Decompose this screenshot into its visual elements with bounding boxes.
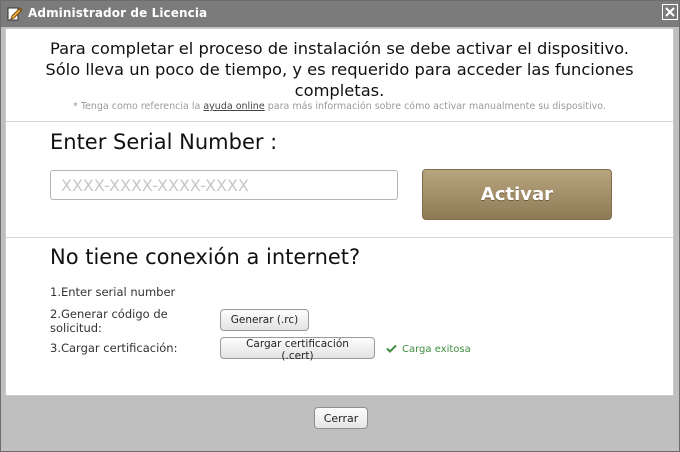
- intro-line-2: Sólo lleva un poco de tiempo, y es reque…: [45, 60, 634, 79]
- help-note: * Tenga como referencia la ayuda online …: [6, 101, 673, 112]
- edit-icon: [7, 5, 23, 21]
- help-note-prefix: * Tenga como referencia la: [73, 101, 201, 112]
- step-generate-request: 2.Generar código de solicitud:: [50, 307, 168, 335]
- title-bar: Administrador de Licencia: [1, 1, 679, 27]
- intro-line-3: completas.: [294, 81, 385, 100]
- activate-button[interactable]: Activar: [422, 169, 612, 220]
- load-certificate-button[interactable]: Cargar certificación (.cert): [220, 337, 375, 362]
- dialog-content: Para completar el proceso de instalación…: [5, 28, 674, 396]
- close-icon: [665, 7, 675, 17]
- step-enter-serial: 1.Enter serial number: [50, 285, 176, 299]
- offline-title: No tiene conexión a internet?: [50, 245, 361, 269]
- intro-text: Para completar el proceso de instalación…: [6, 38, 673, 101]
- success-text: Carga exitosa: [402, 344, 471, 355]
- divider: [6, 237, 673, 238]
- serial-title: Enter Serial Number :: [50, 130, 278, 154]
- license-manager-window: Administrador de Licencia Para completar…: [0, 0, 680, 452]
- online-help-link[interactable]: ayuda online: [203, 101, 264, 112]
- close-dialog-button[interactable]: Cerrar: [314, 407, 368, 429]
- check-icon: [386, 344, 397, 356]
- intro-line-1: Para completar el proceso de instalación…: [50, 39, 629, 58]
- upload-success-status: Carga exitosa: [386, 344, 471, 356]
- generate-rc-button[interactable]: Generar (.rc): [220, 309, 309, 331]
- window-title: Administrador de Licencia: [28, 6, 208, 20]
- help-note-suffix: para más información sobre cómo activar …: [267, 101, 606, 112]
- close-button[interactable]: [662, 4, 678, 20]
- divider: [6, 121, 673, 122]
- serial-number-input[interactable]: [50, 170, 398, 200]
- step-load-certificate: 3.Cargar certificación:: [50, 341, 178, 355]
